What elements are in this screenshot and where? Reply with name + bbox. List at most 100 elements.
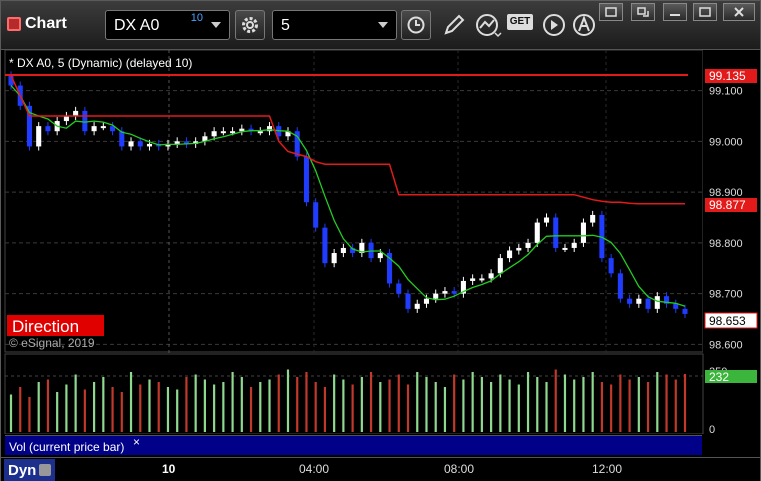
volume-axis-zero: 0 — [709, 424, 715, 434]
candle-body — [497, 258, 503, 274]
maximize-button[interactable] — [693, 3, 717, 21]
copyright-text: © eSignal, 2019 — [9, 336, 95, 350]
candle-body — [470, 278, 476, 281]
symbol-link-count: 10 — [190, 12, 203, 24]
candle-body — [128, 141, 134, 147]
candle-body — [636, 298, 642, 304]
chevron-down-icon[interactable] — [378, 22, 388, 28]
candle-body — [580, 222, 586, 243]
volume-flag-label: 232 — [709, 370, 729, 384]
time-label: 12:00 — [592, 462, 623, 476]
close-icon[interactable]: × — [133, 435, 140, 449]
candle-body — [73, 110, 79, 116]
price-tick-label: 99.000 — [709, 136, 743, 148]
candle-body — [571, 242, 577, 248]
candle-body — [645, 298, 651, 309]
candle-body — [340, 247, 346, 254]
candle-body — [543, 217, 550, 223]
dynamic-mode-label: Dyn — [8, 461, 37, 479]
candle-body — [174, 141, 180, 144]
maximize-icon — [699, 7, 711, 17]
alert-icon — [573, 14, 595, 36]
symbol-field[interactable]: DX A0 10 — [105, 10, 230, 40]
candle-body — [488, 273, 494, 279]
stop-price-flag-label: 98.877 — [709, 198, 746, 212]
link-window-button[interactable] — [599, 3, 623, 21]
candle-body — [146, 143, 153, 147]
candle-body — [414, 303, 420, 309]
settings-button[interactable] — [235, 10, 265, 40]
line-study-icon — [476, 14, 502, 38]
alerts-button[interactable] — [571, 12, 597, 43]
last-price-flag-label: 98.653 — [709, 314, 746, 328]
tile-icon — [637, 7, 649, 17]
candle-body — [451, 291, 457, 294]
get-icon: GET — [509, 16, 531, 27]
close-button[interactable] — [723, 3, 755, 21]
candle-body — [239, 128, 245, 132]
candle-body — [507, 250, 513, 259]
minimize-button[interactable] — [663, 3, 687, 21]
window-title[interactable]: Chart — [7, 15, 67, 33]
candle-body — [654, 296, 660, 309]
candle-body — [36, 126, 42, 147]
price-chart[interactable]: * DX A0, 5 (Dynamic) (delayed 10) 99.100… — [1, 50, 760, 434]
candle-body — [100, 126, 106, 129]
candle-body — [45, 126, 51, 132]
volume-study-label[interactable]: Vol (current price bar) × — [5, 435, 702, 455]
candle-body — [137, 141, 143, 147]
interval-field[interactable]: 5 — [272, 10, 397, 40]
candle-body — [534, 222, 540, 243]
candle-body — [423, 298, 430, 304]
price-tick-label: 98.700 — [709, 289, 743, 301]
settings-gear-icon — [242, 17, 258, 33]
candle-body — [608, 258, 614, 274]
candle-body — [617, 273, 623, 299]
candle-body — [91, 126, 97, 132]
chart-window: Chart DX A0 10 5 GET * DX A0, 5 (Dynamic… — [0, 0, 761, 481]
lock-icon[interactable] — [39, 464, 52, 476]
replay-button[interactable] — [541, 12, 567, 43]
candle-body — [377, 253, 383, 259]
candle-body — [562, 247, 568, 250]
get-data-button[interactable]: GET — [507, 14, 533, 30]
high-price-flag-label: 99.135 — [709, 69, 746, 83]
minimize-icon — [670, 14, 680, 16]
candle-body — [257, 131, 263, 134]
candle-body — [331, 253, 337, 264]
candle-body — [322, 227, 328, 264]
chart-header: * DX A0, 5 (Dynamic) (delayed 10) — [9, 56, 192, 70]
candle-body — [313, 202, 319, 228]
toolbar: Chart DX A0 10 5 GET — [1, 1, 760, 50]
time-label: 04:00 — [299, 462, 330, 476]
studies-button[interactable] — [475, 13, 503, 44]
candle-body — [396, 283, 402, 294]
candle-body — [303, 156, 309, 203]
candle-body — [627, 298, 633, 304]
candle-body — [525, 242, 531, 248]
tile-button[interactable] — [631, 3, 655, 21]
candle-body — [479, 278, 485, 281]
price-tick-label: 98.800 — [709, 238, 743, 250]
dynamic-mode-button[interactable]: Dyn — [4, 459, 56, 481]
candle-body — [682, 308, 688, 314]
clock-icon — [407, 16, 425, 34]
candle-body — [442, 291, 448, 294]
chevron-down-icon[interactable] — [211, 22, 221, 28]
draw-tool-button[interactable] — [442, 13, 466, 42]
close-icon — [734, 7, 744, 17]
time-axis: Dyn 10 04:00 08:00 12:00 — [1, 457, 760, 481]
time-button[interactable] — [401, 10, 431, 40]
chart-window-icon — [7, 17, 21, 31]
pencil-icon — [444, 14, 465, 35]
restore-icon — [605, 7, 617, 17]
price-tick-label: 98.600 — [709, 339, 743, 351]
candle-body — [516, 247, 522, 251]
play-icon — [543, 14, 565, 36]
candle-body — [230, 131, 236, 134]
candle-body — [211, 131, 217, 137]
candle-body — [553, 217, 559, 248]
direction-label: Direction — [12, 317, 79, 336]
candle-body — [220, 131, 226, 134]
volume-pane[interactable] — [4, 353, 704, 434]
